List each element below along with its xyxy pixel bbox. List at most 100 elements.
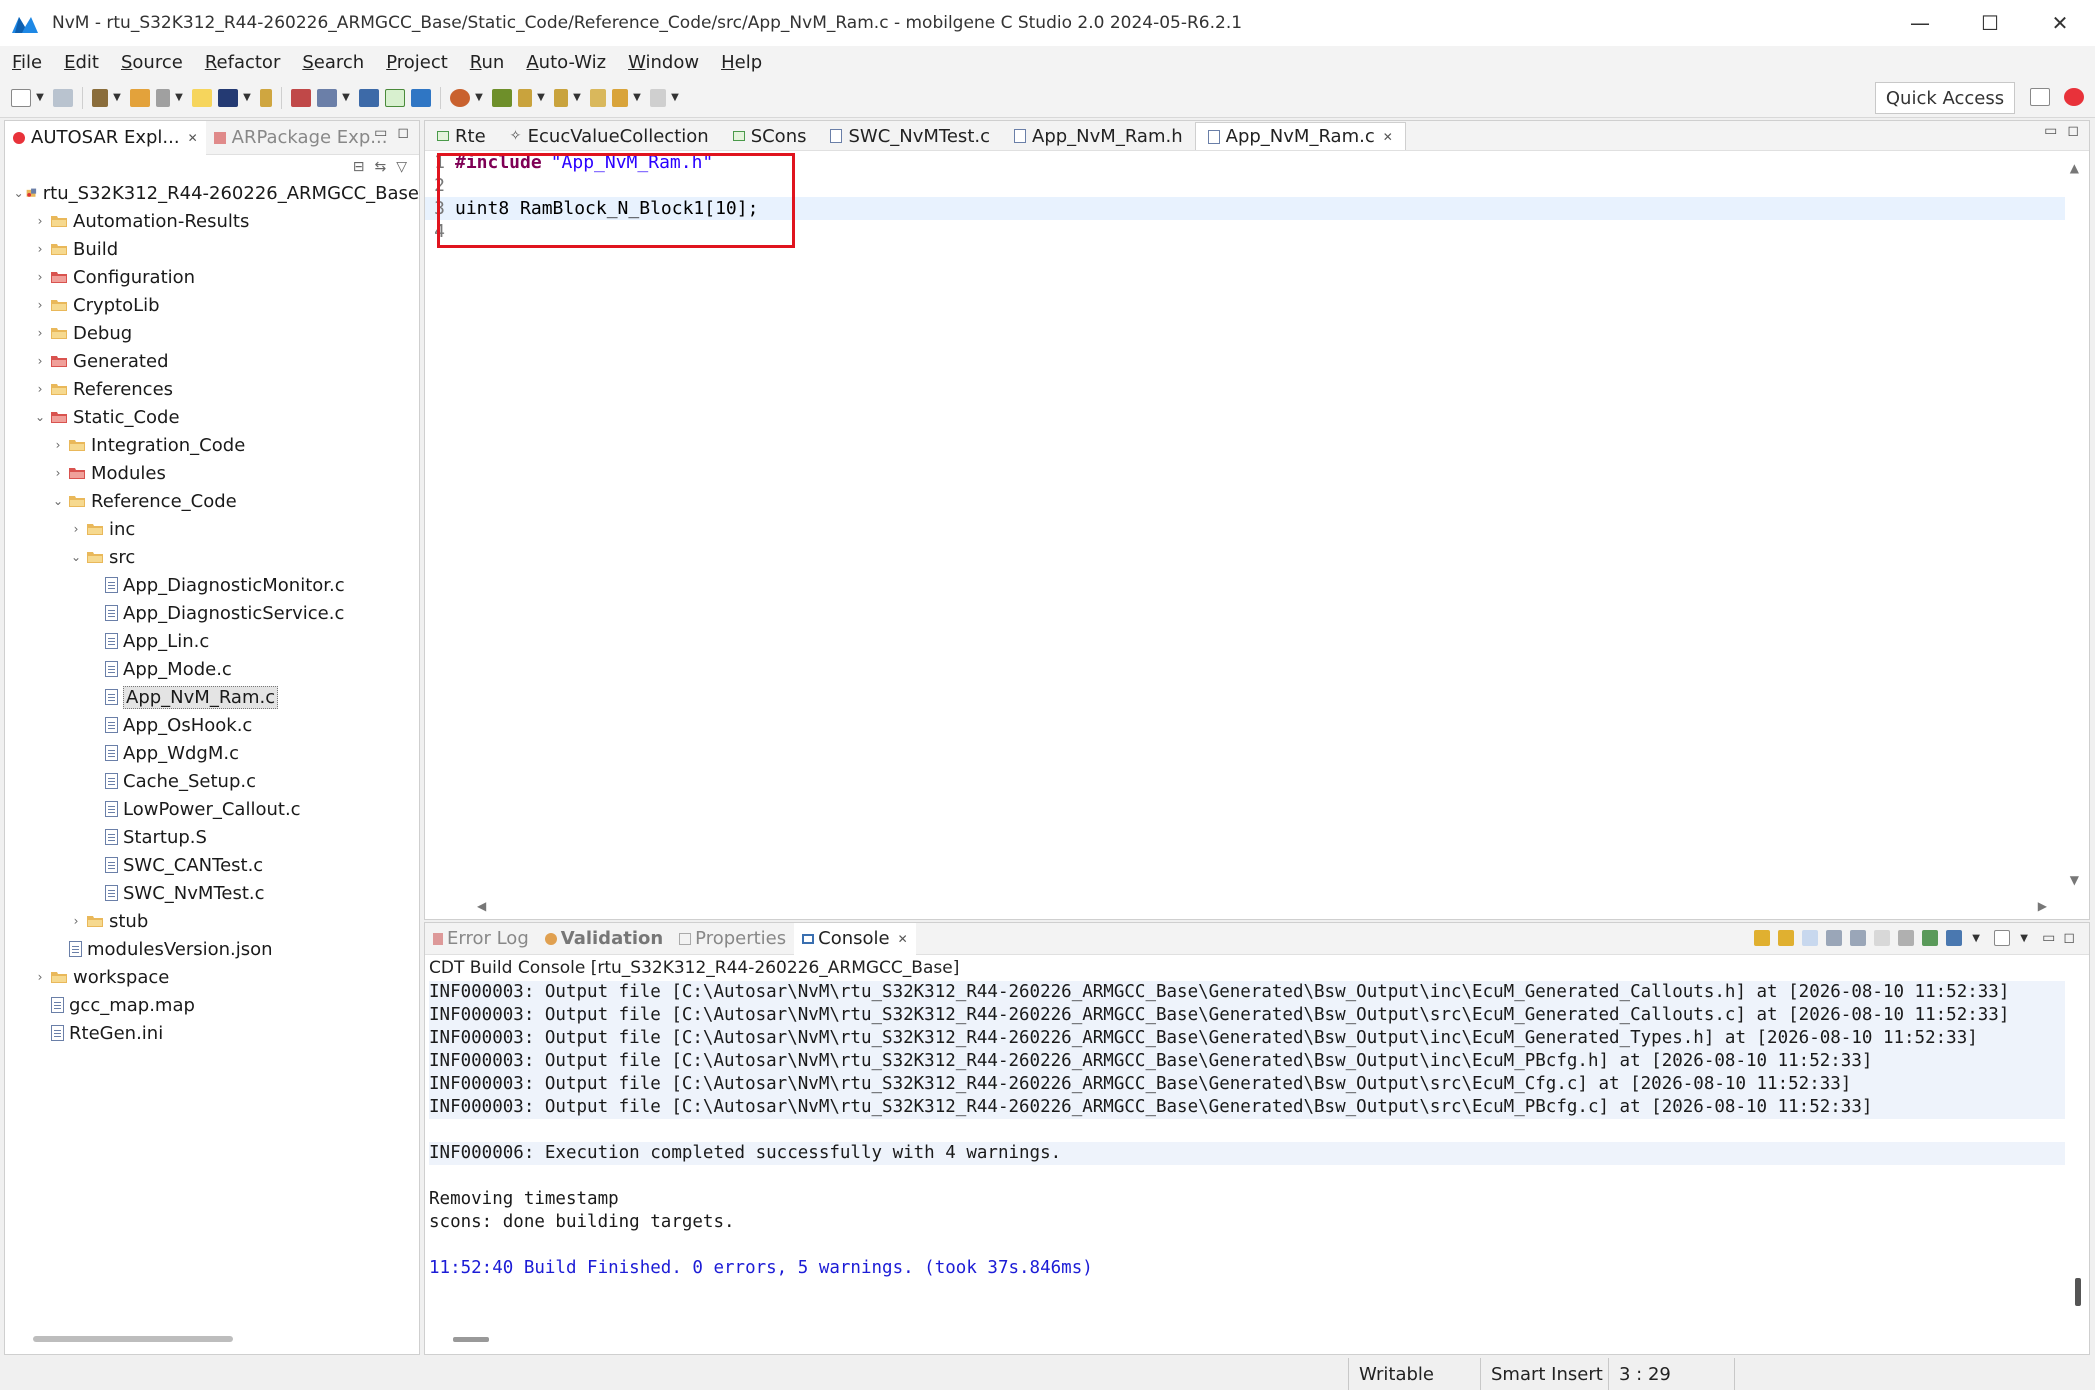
tree-item[interactable]: App_NvM_Ram.c bbox=[5, 683, 419, 711]
quick-access-input[interactable]: Quick Access bbox=[1875, 82, 2015, 114]
tree-item[interactable]: modulesVersion.json bbox=[5, 935, 419, 963]
tree-item[interactable]: Startup.S bbox=[5, 823, 419, 851]
chevron-down-icon[interactable]: ⌄ bbox=[49, 494, 67, 508]
save-icon[interactable] bbox=[53, 88, 73, 107]
generate-icon[interactable] bbox=[411, 88, 431, 107]
debug-dropdown-icon[interactable]: ▼ bbox=[473, 89, 485, 107]
menu-window[interactable]: Window bbox=[628, 52, 699, 73]
highlight-icon[interactable] bbox=[192, 88, 212, 107]
close-tab-icon[interactable]: ✕ bbox=[188, 131, 198, 145]
pin-console-icon[interactable] bbox=[1922, 930, 1939, 946]
clear-console-icon[interactable] bbox=[1898, 930, 1915, 946]
tree-item[interactable]: App_Mode.c bbox=[5, 655, 419, 683]
build-dropdown-icon[interactable]: ▼ bbox=[111, 89, 123, 107]
next-annotation-icon[interactable] bbox=[518, 88, 532, 107]
menu-project[interactable]: Project bbox=[386, 52, 448, 73]
console-horizontal-scrollbar[interactable] bbox=[453, 1337, 489, 1342]
scroll-next-icon[interactable] bbox=[1754, 930, 1771, 946]
wrench-icon[interactable] bbox=[156, 88, 170, 107]
rect-icon[interactable] bbox=[385, 88, 405, 107]
menu-help[interactable]: Help bbox=[721, 52, 762, 73]
menu-run[interactable]: Run bbox=[470, 52, 505, 73]
menu-auto-wiz[interactable]: Auto-Wiz bbox=[526, 52, 606, 73]
chevron-right-icon[interactable]: › bbox=[49, 466, 67, 480]
scroll-right-icon[interactable]: ▶ bbox=[2038, 899, 2047, 913]
tree-item[interactable]: › Integration_Code bbox=[5, 431, 419, 459]
tree-item[interactable]: App_WdgM.c bbox=[5, 739, 419, 767]
import-dropdown-icon[interactable]: ▼ bbox=[340, 89, 352, 107]
forward-dropdown-icon[interactable]: ▼ bbox=[669, 89, 681, 107]
tree-item[interactable]: LowPower_Callout.c bbox=[5, 795, 419, 823]
tree-item[interactable]: › Modules bbox=[5, 459, 419, 487]
tree-item[interactable]: SWC_NvMTest.c bbox=[5, 879, 419, 907]
tree-item[interactable]: › Generated bbox=[5, 347, 419, 375]
build-hammer-icon[interactable] bbox=[92, 88, 108, 107]
scroll-lock-icon[interactable] bbox=[1802, 930, 1819, 946]
tree-item[interactable]: › stub bbox=[5, 907, 419, 935]
tree-item[interactable]: › References bbox=[5, 375, 419, 403]
prev-annotation-dropdown-icon[interactable]: ▼ bbox=[571, 89, 583, 107]
sparkle-icon[interactable] bbox=[260, 88, 272, 107]
chevron-right-icon[interactable]: › bbox=[31, 298, 49, 312]
back-icon[interactable] bbox=[612, 88, 628, 107]
close-tab-icon[interactable]: ✕ bbox=[1383, 130, 1393, 144]
prev-annotation-icon[interactable] bbox=[554, 88, 568, 107]
last-edit-icon[interactable] bbox=[590, 88, 606, 107]
tree-item[interactable]: › Automation-Results bbox=[5, 207, 419, 235]
editor-maximize-icon[interactable]: ◻ bbox=[2067, 123, 2079, 139]
import-icon[interactable] bbox=[317, 88, 337, 107]
editor-tab[interactable]: SWC_NvMTest.c bbox=[818, 122, 1002, 150]
next-annotation-dropdown-icon[interactable]: ▼ bbox=[535, 89, 547, 107]
tree-item[interactable]: App_DiagnosticMonitor.c bbox=[5, 571, 419, 599]
horizontal-scrollbar[interactable] bbox=[33, 1336, 233, 1342]
minimize-button[interactable]: — bbox=[1885, 0, 1955, 46]
tab-console[interactable]: Console ✕ bbox=[794, 922, 916, 955]
tree-item[interactable]: Cache_Setup.c bbox=[5, 767, 419, 795]
tab-properties[interactable]: Properties bbox=[671, 923, 794, 955]
tree-item[interactable]: SWC_CANTest.c bbox=[5, 851, 419, 879]
chevron-right-icon[interactable]: › bbox=[31, 382, 49, 396]
tree-item[interactable]: App_DiagnosticService.c bbox=[5, 599, 419, 627]
display-console-icon[interactable] bbox=[1946, 930, 1963, 946]
chevron-right-icon[interactable]: › bbox=[49, 438, 67, 452]
forward-icon[interactable] bbox=[650, 88, 666, 107]
editor-minimize-icon[interactable]: ▭ bbox=[2044, 123, 2057, 139]
menu-refactor[interactable]: Refactor bbox=[205, 52, 281, 73]
view-menu-icon[interactable]: ▽ bbox=[396, 159, 407, 175]
text-dropdown-icon[interactable]: ▼ bbox=[241, 89, 253, 107]
tree-item[interactable]: › CryptoLib bbox=[5, 291, 419, 319]
link-editor-icon[interactable]: ⇆ bbox=[374, 159, 386, 175]
word-wrap-icon[interactable] bbox=[1874, 930, 1891, 946]
chevron-right-icon[interactable]: › bbox=[31, 326, 49, 340]
scroll-down-icon[interactable]: ▼ bbox=[2070, 873, 2079, 887]
wizard-icon[interactable] bbox=[291, 88, 311, 107]
chevron-down-icon[interactable]: ⌄ bbox=[31, 410, 49, 424]
link-icon[interactable] bbox=[492, 88, 512, 107]
console-scrollbar-thumb[interactable] bbox=[2075, 1278, 2081, 1306]
maximize-view-icon[interactable]: ◻ bbox=[397, 125, 409, 141]
menu-search[interactable]: Search bbox=[302, 52, 364, 73]
tree-item[interactable]: › Debug bbox=[5, 319, 419, 347]
tree-item[interactable]: RteGen.ini bbox=[5, 1019, 419, 1047]
new-dropdown-icon[interactable]: ▼ bbox=[34, 89, 46, 107]
open-type-icon[interactable] bbox=[130, 88, 150, 107]
tree-item[interactable]: App_Lin.c bbox=[5, 627, 419, 655]
tab-validation[interactable]: Validation bbox=[537, 923, 671, 955]
tree-item[interactable]: › workspace bbox=[5, 963, 419, 991]
open-console-icon[interactable] bbox=[1994, 930, 2011, 946]
tab-arpackage-explorer[interactable]: ARPackage Exp... bbox=[206, 121, 396, 155]
chevron-right-icon[interactable]: › bbox=[31, 354, 49, 368]
chevron-right-icon[interactable]: › bbox=[31, 270, 49, 284]
chevron-right-icon[interactable]: › bbox=[31, 242, 49, 256]
chevron-right-icon[interactable]: › bbox=[67, 914, 85, 928]
display-console-dropdown-icon[interactable]: ▼ bbox=[1970, 929, 1982, 947]
tab-autosar-explorer[interactable]: AUTOSAR Expl... ✕ bbox=[5, 120, 206, 155]
editor-tab[interactable]: App_NvM_Ram.h bbox=[1002, 122, 1195, 150]
tree-item[interactable]: › inc bbox=[5, 515, 419, 543]
tree-item[interactable]: › Build bbox=[5, 235, 419, 263]
module-icon[interactable] bbox=[359, 88, 379, 107]
chevron-right-icon[interactable]: › bbox=[31, 214, 49, 228]
wrench-dropdown-icon[interactable]: ▼ bbox=[173, 89, 185, 107]
code-editor[interactable]: 1 #include "App_NvM_Ram.h" 2 3 uint8 RamBlock… bbox=[425, 151, 2065, 891]
tree-item[interactable]: ⌄ Reference_Code bbox=[5, 487, 419, 515]
